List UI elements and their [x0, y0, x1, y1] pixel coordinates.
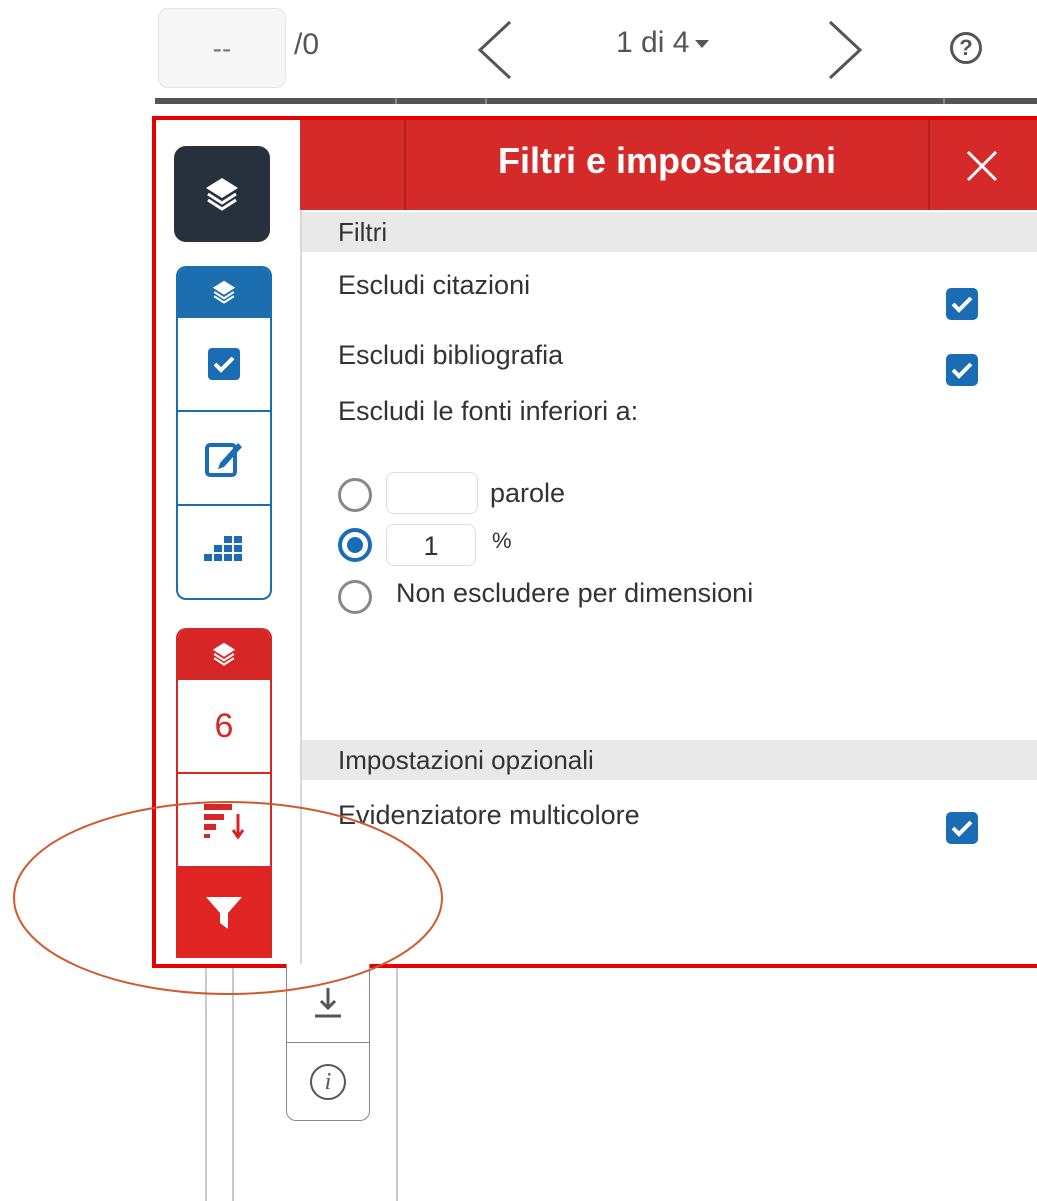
percent-input[interactable]: 1 [386, 524, 476, 566]
filter-tool-button[interactable] [178, 866, 270, 958]
sort-tool-button[interactable] [178, 772, 270, 866]
extra-tools-group: i [286, 964, 370, 1121]
edit-tool-button[interactable] [178, 410, 270, 504]
page-number-input[interactable]: -- [158, 8, 286, 88]
toolbar-divider [155, 98, 1037, 104]
layers-icon [212, 280, 236, 304]
similarity-group: 6 [176, 628, 272, 958]
red-layer-header[interactable] [178, 630, 270, 678]
help-icon[interactable]: ? [950, 32, 982, 64]
filters-section-header: Filtri [302, 212, 1037, 252]
page-indicator-label: 1 di 4 [616, 26, 690, 59]
multicolor-highlighter-checkbox[interactable] [946, 812, 978, 844]
match-overview-group [176, 266, 272, 600]
layers-icon [212, 642, 236, 666]
grid-icon [204, 536, 242, 561]
page-selector[interactable]: 1 di 4 [616, 26, 710, 60]
layers-button[interactable] [174, 146, 270, 242]
checkbox-icon [208, 348, 240, 380]
caret-down-icon [695, 40, 710, 49]
background-line [396, 964, 398, 1201]
words-label: parole [490, 478, 566, 508]
close-button[interactable] [962, 146, 1002, 186]
edit-icon [205, 443, 242, 477]
info-icon: i [310, 1064, 346, 1100]
previous-page-button[interactable] [470, 18, 520, 82]
exclude-quotes-label: Escludi citazioni [338, 270, 531, 300]
checkbox-tool-button[interactable] [178, 316, 270, 410]
blue-layer-header[interactable] [178, 268, 270, 316]
no-size-exclusion-label: Non escludere per dimensioni [396, 578, 754, 608]
percent-radio[interactable] [338, 528, 372, 562]
exclude-bibliography-checkbox[interactable] [946, 354, 978, 386]
filter-icon [206, 897, 242, 929]
next-page-button[interactable] [820, 18, 870, 82]
chevron-left-icon [477, 20, 512, 80]
panel-header: Filtri e impostazioni [300, 120, 1037, 210]
checkmark-icon [951, 820, 973, 837]
exclude-quotes-checkbox[interactable] [946, 288, 978, 320]
sort-icon [204, 804, 245, 840]
checkmark-icon [951, 296, 973, 313]
grid-tool-button[interactable] [178, 504, 270, 598]
exclude-sources-label: Escludi le fonti inferiori a: [338, 396, 639, 426]
words-input[interactable] [386, 472, 478, 514]
download-icon [315, 988, 341, 1018]
optional-settings-section-header: Impostazioni opzionali [302, 740, 1037, 780]
chevron-right-icon [828, 20, 863, 80]
checkmark-icon [951, 362, 973, 379]
layers-icon [206, 178, 238, 211]
no-size-exclusion-radio[interactable] [338, 580, 372, 614]
words-radio[interactable] [338, 478, 372, 512]
page-total: /0 [294, 28, 320, 61]
background-line [205, 964, 207, 1201]
background-line [232, 964, 234, 1201]
multicolor-highlighter-label: Evidenziatore multicolore [338, 800, 640, 830]
panel-title: Filtri e impostazioni [497, 140, 837, 181]
download-button[interactable] [287, 964, 369, 1042]
close-icon [966, 150, 998, 182]
exclude-bibliography-label: Escludi bibliografia [338, 340, 564, 370]
info-button[interactable]: i [287, 1042, 369, 1121]
match-count: 6 [214, 706, 234, 745]
percent-label: % [492, 528, 512, 553]
match-count-button[interactable]: 6 [178, 678, 270, 772]
